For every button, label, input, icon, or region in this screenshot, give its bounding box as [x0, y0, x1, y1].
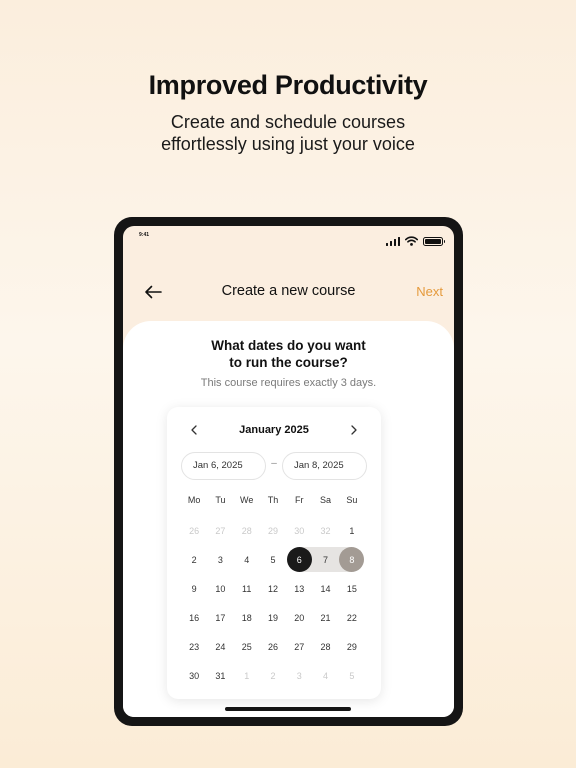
calendar-day[interactable]: 19: [260, 603, 286, 632]
calendar-week: 30 31 1 2 3 4 5: [181, 661, 365, 690]
calendar-day[interactable]: 12: [260, 574, 286, 603]
page-title: Create a new course: [221, 283, 356, 299]
weekday-label: Mo: [187, 495, 201, 505]
calendar-day[interactable]: 2: [181, 545, 207, 574]
calendar-week: 26 27 28 29 30 32 1: [181, 516, 365, 545]
date-range-separator: –: [271, 458, 277, 469]
calendar-day[interactable]: 26: [260, 632, 286, 661]
calendar-week: 23 24 25 26 27 28 29: [181, 632, 365, 661]
tablet-frame: 9:41 Create a new course Next What dates…: [114, 217, 463, 726]
calendar-day[interactable]: 25: [234, 632, 260, 661]
weekday-label: We: [240, 495, 254, 505]
calendar-day[interactable]: 24: [207, 632, 233, 661]
content-sheet: What dates do you want to run the course…: [123, 321, 454, 717]
calendar-day-outside-month[interactable]: 4: [312, 661, 338, 690]
duration-hint: This course requires exactly 3 days.: [200, 377, 377, 389]
end-date-field[interactable]: Jan 8, 2025: [282, 452, 367, 480]
start-date-field[interactable]: Jan 6, 2025: [181, 452, 266, 480]
weekday-label: Su: [346, 495, 358, 505]
calendar-day-outside-month[interactable]: 30: [286, 516, 312, 545]
weekday-label: Fr: [295, 495, 304, 505]
calendar-grid: 26 27 28 29 30 32 1 2 3 4 5 6 7 8 9 10 1…: [181, 516, 365, 690]
dates-question: What dates do you want to run the course…: [123, 337, 454, 371]
dates-question-line-1: What dates do you want: [211, 338, 366, 353]
calendar-day[interactable]: 30: [181, 661, 207, 690]
calendar-day[interactable]: 31: [207, 661, 233, 690]
calendar-week: 2 3 4 5 6 7 8: [181, 545, 365, 574]
calendar-day-outside-month[interactable]: 29: [260, 516, 286, 545]
calendar-day[interactable]: 1: [339, 516, 365, 545]
promo-subline-line-2: effortlessly using just your voice: [161, 134, 415, 154]
home-indicator[interactable]: [225, 707, 351, 711]
calendar-day[interactable]: 10: [207, 574, 233, 603]
calendar-day[interactable]: 21: [312, 603, 338, 632]
calendar-day[interactable]: 4: [234, 545, 260, 574]
next-month-button[interactable]: [347, 423, 361, 437]
calendar-day[interactable]: 13: [286, 574, 312, 603]
promo-subline-line-1: Create and schedule courses: [170, 112, 406, 132]
calendar-day-outside-month[interactable]: 26: [181, 516, 207, 545]
chevron-right-icon: [351, 425, 357, 435]
status-time: 9:41: [139, 232, 150, 238]
calendar-day[interactable]: 22: [339, 603, 365, 632]
calendar-day-in-range[interactable]: 7: [312, 545, 338, 574]
wifi-icon: [405, 236, 418, 246]
calendar-day[interactable]: 28: [312, 632, 338, 661]
calendar-day[interactable]: 17: [207, 603, 233, 632]
calendar-day-range-end[interactable]: 8: [339, 545, 365, 574]
calendar-day[interactable]: 18: [234, 603, 260, 632]
promo-headline: Improved Productivity: [148, 70, 428, 100]
weekday-label: Th: [267, 495, 279, 505]
calendar-week: 16 17 18 19 20 21 22: [181, 603, 365, 632]
calendar-day[interactable]: 27: [286, 632, 312, 661]
weekday-header: Mo Tu We Th Fr Sa Su: [181, 495, 365, 505]
calendar-day[interactable]: 3: [207, 545, 233, 574]
weekday-label: Tu: [215, 495, 226, 505]
calendar-day[interactable]: 14: [312, 574, 338, 603]
calendar-day[interactable]: 20: [286, 603, 312, 632]
calendar-day[interactable]: 9: [181, 574, 207, 603]
calendar-day[interactable]: 11: [234, 574, 260, 603]
dates-question-line-2: to run the course?: [229, 355, 348, 370]
calendar-day[interactable]: 15: [339, 574, 365, 603]
promo-subline: Create and schedule courses effortlessly…: [0, 111, 576, 155]
calendar-day[interactable]: 16: [181, 603, 207, 632]
app-screen: 9:41 Create a new course Next What dates…: [123, 226, 454, 717]
calendar-card: January 2025 Jan 6, 2025 – Jan 8, 2025 M…: [167, 407, 381, 699]
battery-icon: [423, 236, 445, 246]
calendar-day[interactable]: 29: [339, 632, 365, 661]
calendar-day-range-start[interactable]: 6: [286, 545, 312, 574]
calendar-day-outside-month[interactable]: 5: [339, 661, 365, 690]
signal-icon: [385, 236, 400, 246]
next-button[interactable]: Next: [416, 284, 443, 299]
calendar-day-outside-month[interactable]: 3: [286, 661, 312, 690]
calendar-day[interactable]: 23: [181, 632, 207, 661]
calendar-day[interactable]: 5: [260, 545, 286, 574]
calendar-day-outside-month[interactable]: 1: [234, 661, 260, 690]
calendar-day-outside-month[interactable]: 27: [207, 516, 233, 545]
weekday-label: Sa: [320, 495, 332, 505]
calendar-week: 9 10 11 12 13 14 15: [181, 574, 365, 603]
calendar-day-outside-month[interactable]: 32: [312, 516, 338, 545]
status-icons: [385, 236, 445, 246]
calendar-day-outside-month[interactable]: 2: [260, 661, 286, 690]
calendar-day-outside-month[interactable]: 28: [234, 516, 260, 545]
